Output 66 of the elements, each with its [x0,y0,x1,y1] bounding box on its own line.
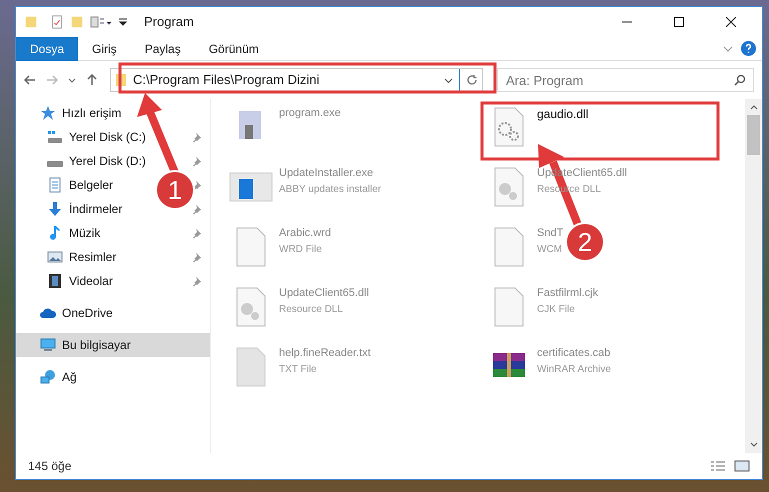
forward-arrow-icon [46,74,58,86]
search-icon [734,74,746,86]
drive-icon [47,129,63,145]
nav-item[interactable]: Hızlı erişim [40,104,122,122]
nav-item[interactable]: Yerel Disk (C:) [47,128,146,146]
file-type: WinRAR Archive [537,362,611,376]
ribbon-tab[interactable]: Görünüm [194,36,273,60]
item-count: 145 öğe [28,458,72,475]
file-type: TXT File [279,362,318,376]
nav-item[interactable]: Videolar [47,272,113,290]
pin-icon[interactable] [192,252,202,262]
file-type: WCM [537,242,563,256]
scrollbar-thumb[interactable] [747,115,760,155]
nav-item[interactable]: Ağ [40,368,77,386]
star-icon [40,105,56,121]
back-arrow-icon [24,74,36,86]
music-note-icon [47,225,63,241]
computer-icon [40,337,56,353]
ribbon-tab[interactable]: Giriş [78,36,131,60]
pin-icon[interactable] [192,180,202,190]
file-type: WRD File [279,242,323,256]
folder-icon [70,15,84,29]
network-icon [40,369,56,385]
pin-icon[interactable] [192,228,202,238]
help-icon [741,41,756,56]
file-name[interactable]: gaudio.dll [537,105,588,123]
scroll-down-icon [750,441,758,449]
properties-icon [50,15,64,29]
ribbon-tab[interactable]: Paylaş [130,36,195,60]
pin-icon[interactable] [192,132,202,142]
recent-chevron-icon [68,76,76,84]
drive-icon [47,161,63,167]
nav-item[interactable]: İndirmeler [47,200,122,218]
pin-icon[interactable] [192,156,202,166]
customize-icon [118,17,128,27]
picture-icon [47,249,63,265]
document-icon [47,177,63,193]
ribbon-tab[interactable]: Dosya [16,36,78,60]
address-field[interactable]: C:\Program Files\Program Dizini [110,68,483,92]
window-title: Program [144,13,194,32]
file-type: ABBY updates installer [279,182,382,196]
chevron-down-icon [723,44,733,54]
folder-icon [24,15,38,29]
up-arrow-icon [86,74,98,86]
film-icon [47,273,63,289]
nav-item[interactable]: Bu bilgisayar [40,336,131,354]
nav-item[interactable]: Yerel Disk (D:) [47,152,146,170]
nav-item[interactable]: Resimler [47,248,116,266]
pin-icon[interactable] [192,276,202,286]
search-field[interactable]: Ara: Program [497,68,754,92]
pin-icon[interactable] [192,204,202,214]
maximize-icon [674,17,684,27]
file-type: Resource DLL [279,302,344,316]
nav-item[interactable]: Belgeler [47,176,114,194]
view-dropdown-icon [90,15,112,29]
large-icons-view-icon [734,460,750,472]
scroll-up-icon [750,103,758,111]
nav-item[interactable]: Müzik [47,224,100,242]
scrollbar[interactable] [745,99,762,453]
refresh-icon [466,74,478,86]
details-view-icon [710,460,726,472]
close-icon [726,17,736,27]
file-type: CJK File [537,302,576,316]
dropdown-chevron-icon [444,76,453,84]
nav-item[interactable]: OneDrive [40,304,113,322]
download-arrow-icon [47,201,63,217]
